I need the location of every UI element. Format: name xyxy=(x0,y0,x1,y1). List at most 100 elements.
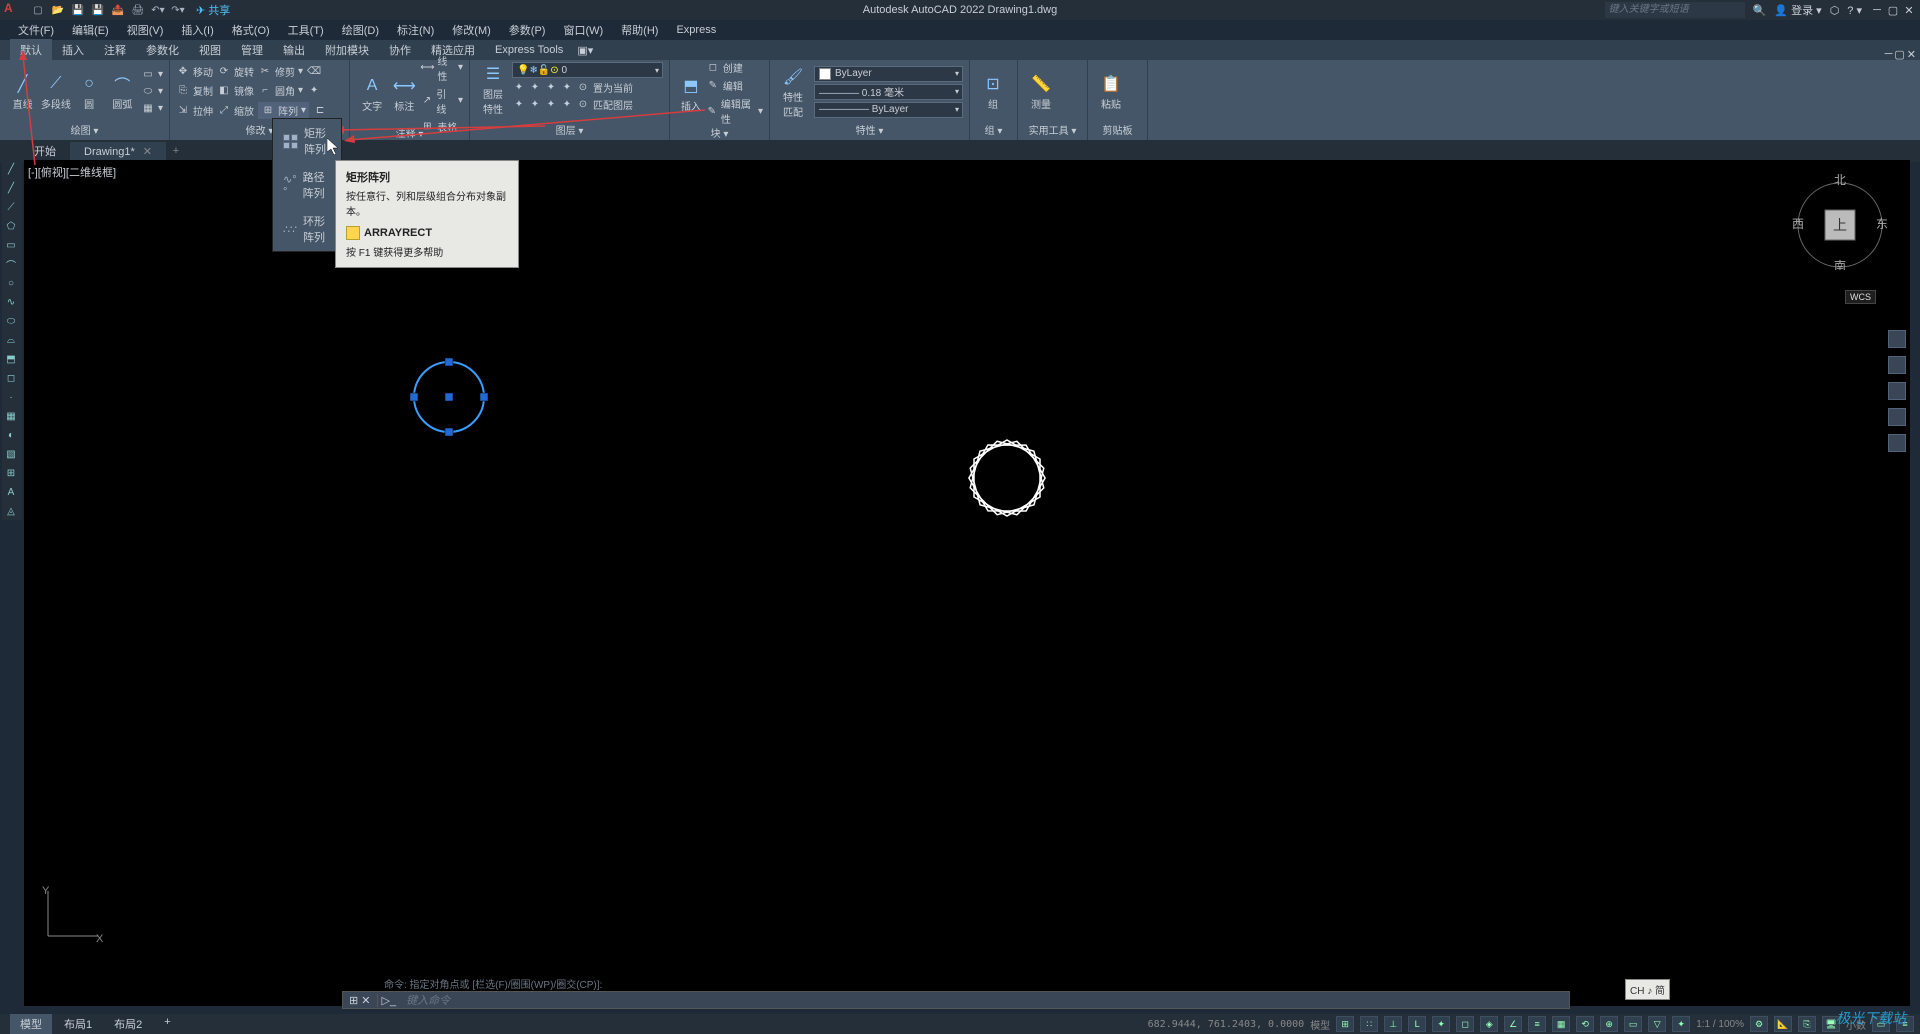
tab-collab[interactable]: 协作 xyxy=(379,39,421,61)
tab-default[interactable]: 默认 xyxy=(10,39,52,61)
layerlock-button[interactable]: ✦ xyxy=(560,80,574,95)
status-model-tab[interactable]: 模型 xyxy=(10,1014,52,1034)
redo-icon[interactable]: ↷▾ xyxy=(170,2,186,18)
array-path-item[interactable]: ∿°° 路径阵列 xyxy=(273,163,341,207)
tab-addins[interactable]: 附加模块 xyxy=(315,39,379,61)
saveas-icon[interactable]: 💾 xyxy=(90,2,106,18)
linetype-dropdown[interactable]: ————— ByLayer xyxy=(814,102,963,118)
menu-tools[interactable]: 工具(T) xyxy=(280,20,332,40)
viewport-label[interactable]: [-][俯视][二维线框] xyxy=(28,164,116,180)
tb-region[interactable]: ▧ xyxy=(2,445,20,463)
maximize-icon[interactable]: ▢ xyxy=(1886,3,1900,17)
menu-express[interactable]: Express xyxy=(668,22,724,38)
tb-circle[interactable]: ○ xyxy=(2,274,20,292)
status-transp-icon[interactable]: ▦ xyxy=(1552,1016,1570,1032)
grip-center[interactable] xyxy=(445,393,453,401)
tb-spline[interactable]: ∿ xyxy=(2,293,20,311)
nav-orbit-icon[interactable] xyxy=(1888,408,1906,426)
menu-dim[interactable]: 标注(N) xyxy=(389,20,442,40)
move-button[interactable]: ✥移动 xyxy=(176,64,213,79)
panel-annot-title[interactable]: 注释 ▾ xyxy=(356,124,463,141)
minimize-icon[interactable]: ─ xyxy=(1870,3,1884,17)
share-button[interactable]: ✈ 共享 xyxy=(196,2,230,18)
tab-parametric[interactable]: 参数化 xyxy=(136,39,189,61)
status-ortho-icon[interactable]: L xyxy=(1408,1016,1426,1032)
selected-circle[interactable] xyxy=(404,352,494,442)
status-polar-icon[interactable]: ✦ xyxy=(1432,1016,1450,1032)
viewcube[interactable]: 上 北 南 东 西 xyxy=(1790,170,1890,270)
layerprops-button[interactable]: ☰图层 特性 xyxy=(476,62,510,116)
tab-insert[interactable]: 插入 xyxy=(52,39,94,61)
copy-button[interactable]: ⎘复制 xyxy=(176,83,213,98)
search-icon[interactable]: 🔍 xyxy=(1753,4,1767,17)
panel-block-title[interactable]: 块 ▾ xyxy=(676,124,763,141)
app-exchange-icon[interactable]: ⬡ xyxy=(1830,4,1840,17)
login-button[interactable]: 👤 登录 ▾ xyxy=(1774,2,1821,18)
status-btn[interactable]: ⊥ xyxy=(1384,1016,1402,1032)
tb-point[interactable]: · xyxy=(2,388,20,406)
menu-format[interactable]: 格式(O) xyxy=(224,20,278,40)
scale-button[interactable]: ⤢缩放 xyxy=(217,103,254,118)
open-icon[interactable]: 📂 xyxy=(50,2,66,18)
tab-express[interactable]: Express Tools xyxy=(485,41,573,59)
fillet-button[interactable]: ⌐圆角▾ xyxy=(258,83,303,98)
tab-close-icon[interactable]: ✕ xyxy=(143,146,152,158)
menu-view[interactable]: 视图(V) xyxy=(119,20,172,40)
grip-right[interactable] xyxy=(480,393,488,401)
status-layout1-tab[interactable]: 布局1 xyxy=(54,1014,102,1034)
command-handle-icon[interactable]: ⊞ ✕ xyxy=(343,994,378,1007)
color-dropdown[interactable]: ByLayer xyxy=(814,66,963,82)
web-icon[interactable]: 📤 xyxy=(110,2,126,18)
trim-button[interactable]: ✂修剪▾ xyxy=(258,64,303,79)
polygon-star[interactable] xyxy=(957,428,1057,528)
circle-button[interactable]: ○圆 xyxy=(72,72,105,111)
command-input[interactable]: ⊞ ✕ ▷_ 键入命令 xyxy=(342,991,1570,1009)
matchprop-button[interactable]: 🖌特性 匹配 xyxy=(776,65,810,119)
doc-maximize-icon[interactable]: ▢ xyxy=(1894,48,1904,61)
status-grid-icon[interactable]: ⊞ xyxy=(1336,1016,1354,1032)
help-icon[interactable]: ? ▾ xyxy=(1847,4,1862,17)
new-icon[interactable]: ▢ xyxy=(30,2,46,18)
tab-start[interactable]: 开始 xyxy=(20,140,70,162)
leader-button[interactable]: ↗引线▾ xyxy=(420,86,463,116)
text-button[interactable]: A文字 xyxy=(356,74,388,113)
save-icon[interactable]: 💾 xyxy=(70,2,86,18)
menu-file[interactable]: 文件(F) xyxy=(10,20,62,40)
attedit-button[interactable]: ✎编辑属性▾ xyxy=(706,96,763,126)
status-gear-icon[interactable]: ⚙ xyxy=(1750,1016,1768,1032)
status-layout2-tab[interactable]: 布局2 xyxy=(104,1014,152,1034)
tb-hatch[interactable]: ▦ xyxy=(2,407,20,425)
nav-zoom-icon[interactable] xyxy=(1888,382,1906,400)
eraser-button[interactable]: ⌫ xyxy=(307,65,321,79)
panel-layer-title[interactable]: 图层 ▾ xyxy=(476,121,663,138)
status-dyn-icon[interactable]: ⊕ xyxy=(1600,1016,1618,1032)
panel-props-title[interactable]: 特性 ▾ xyxy=(776,121,963,138)
offset-button[interactable]: ⊏ xyxy=(313,104,327,118)
tab-drawing1[interactable]: Drawing1*✕ xyxy=(70,142,166,161)
status-scale[interactable]: 1:1 / 100% xyxy=(1696,1019,1744,1030)
rect-button[interactable]: ▭▾ xyxy=(141,68,163,82)
status-mode[interactable]: 模型 xyxy=(1310,1017,1330,1032)
close-icon[interactable]: ✕ xyxy=(1902,3,1916,17)
tb-rect[interactable]: ▭ xyxy=(2,236,20,254)
tab-expand-icon[interactable]: ▣▾ xyxy=(577,42,593,58)
matchlayer-button[interactable]: ⊙匹配图层 xyxy=(576,97,633,112)
array-polar-item[interactable]: ∴∵ 环形阵列 xyxy=(273,207,341,251)
tab-manage[interactable]: 管理 xyxy=(231,39,273,61)
status-cycle-icon[interactable]: ⟲ xyxy=(1576,1016,1594,1032)
tab-view[interactable]: 视图 xyxy=(189,39,231,61)
nav-showmotion-icon[interactable] xyxy=(1888,434,1906,452)
layeroff-button[interactable]: ✦ xyxy=(528,80,542,95)
insert-button[interactable]: ⬒插入 xyxy=(676,74,706,113)
blockedit-button[interactable]: ✎编辑 xyxy=(706,78,763,93)
array-button[interactable]: ⊞阵列 ▾ xyxy=(258,102,309,119)
tab-output[interactable]: 输出 xyxy=(273,39,315,61)
tab-new-icon[interactable]: + xyxy=(166,145,186,157)
tb-table[interactable]: ⊞ xyxy=(2,464,20,482)
nav-wheel-icon[interactable] xyxy=(1888,330,1906,348)
status-annoscale-icon[interactable]: 📐 xyxy=(1774,1016,1792,1032)
tb-block[interactable]: ◻ xyxy=(2,369,20,387)
tb-ellipse[interactable]: ⬭ xyxy=(2,312,20,330)
tab-annotate[interactable]: 注释 xyxy=(94,39,136,61)
grip-left[interactable] xyxy=(410,393,418,401)
